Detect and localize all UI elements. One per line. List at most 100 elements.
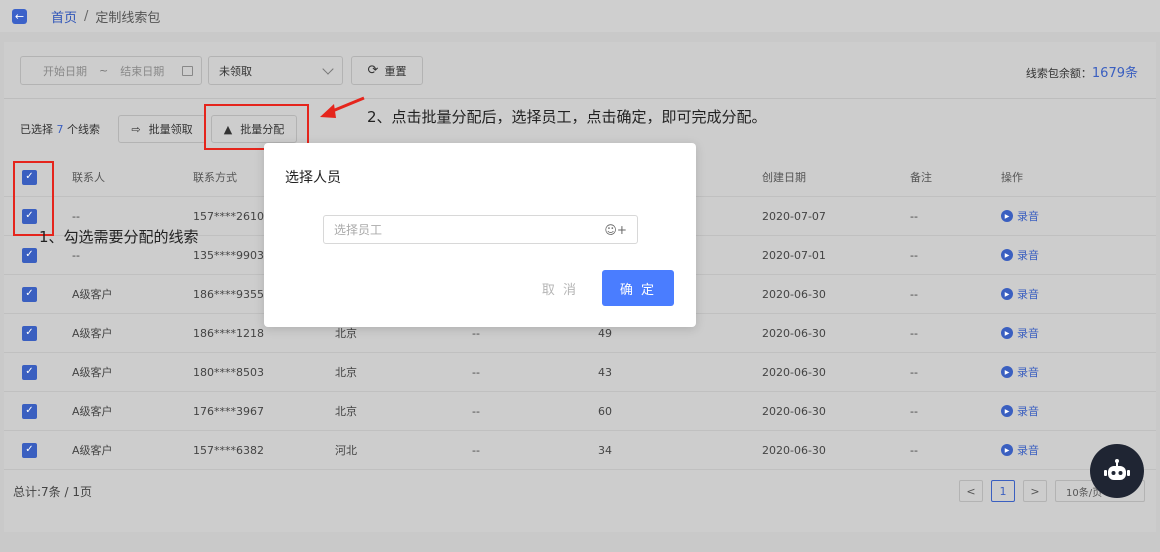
staff-select-placeholder: 选择员工 [334, 223, 383, 237]
status-select[interactable]: 未领取 [208, 56, 343, 85]
cell-col4: -- [472, 365, 480, 379]
play-icon: ▶ [1001, 288, 1013, 300]
balance-value: 1679条 [1091, 66, 1138, 81]
recording-label: 录音 [1017, 210, 1039, 223]
selected-prefix: 已选择 [20, 123, 53, 136]
breadcrumb-current: 定制线索包 [95, 10, 161, 26]
next-page-button[interactable]: > [1023, 480, 1047, 502]
row-checkbox[interactable]: ✓ [22, 325, 37, 341]
status-select-value: 未领取 [219, 64, 252, 78]
total-count: 总计:7条 / 1页 [13, 485, 92, 499]
date-range-picker[interactable]: 开始日期 ~ 结束日期 [20, 56, 202, 85]
play-icon: ▶ [1001, 327, 1013, 339]
cell-contact: A级客户 [72, 288, 113, 301]
filter-row: 开始日期 ~ 结束日期 未领取 ⟳ 重置 [20, 56, 423, 85]
annotation-step-2: 2、点击批量分配后，选择员工，点击确定，即可完成分配。 [367, 108, 767, 126]
selected-count: 7 [56, 123, 64, 136]
cell-note: -- [910, 443, 918, 457]
balance-label: 线索包余额： [1025, 67, 1092, 80]
header-op: 操作 [1001, 171, 1023, 184]
recording-link[interactable]: ▶ 录音 [1001, 247, 1121, 263]
selected-info: 已选择 7 个线索 [20, 121, 100, 137]
cell-col5: 43 [598, 365, 612, 379]
play-icon: ▶ [1001, 444, 1013, 456]
reset-button[interactable]: ⟳ 重置 [351, 56, 423, 85]
play-icon: ▶ [1001, 405, 1013, 417]
cell-note: -- [910, 287, 918, 301]
row-checkbox[interactable]: ✓ [22, 364, 37, 380]
recording-label: 录音 [1017, 327, 1039, 340]
row-checkbox[interactable]: ✓ [22, 442, 37, 458]
cell-phone: 180****8503 [193, 365, 264, 379]
cell-date: 2020-06-30 [762, 443, 826, 457]
robot-assistant-icon[interactable] [1090, 444, 1144, 498]
recording-label: 录音 [1017, 249, 1039, 262]
play-icon: ▶ [1001, 249, 1013, 261]
calendar-icon [182, 65, 193, 76]
header-date: 创建日期 [762, 171, 806, 184]
header-contact: 联系人 [72, 171, 105, 184]
header-note: 备注 [910, 171, 932, 184]
row-checkbox[interactable]: ✓ [22, 247, 37, 263]
start-date-input[interactable]: 开始日期 [43, 63, 87, 79]
cell-note: -- [910, 248, 918, 262]
top-bar: ← 首页 / 定制线索包 [0, 0, 1160, 32]
cell-note: -- [910, 365, 918, 379]
cell-col4: -- [472, 404, 480, 418]
row-checkbox[interactable]: ✓ [22, 403, 37, 419]
divider [4, 98, 1156, 99]
recording-label: 录音 [1017, 366, 1039, 379]
cell-area: 河北 [335, 444, 357, 457]
cell-date: 2020-07-01 [762, 248, 826, 262]
cell-col4: -- [472, 326, 480, 340]
cell-area: 北京 [335, 327, 357, 340]
recording-link[interactable]: ▶ 录音 [1001, 325, 1121, 341]
recording-link[interactable]: ▶ 录音 [1001, 403, 1121, 419]
annotation-step-1: 1、勾选需要分配的线索 [39, 228, 199, 246]
cell-date: 2020-07-07 [762, 209, 826, 223]
refresh-icon: ⟳ [367, 63, 379, 78]
select-staff-modal: 选择人员 选择员工 ☺+ 取 消 确 定 [264, 143, 696, 327]
batch-claim-label: 批量领取 [148, 123, 193, 136]
row-checkbox[interactable]: ✓ [22, 286, 37, 302]
recording-link[interactable]: ▶ 录音 [1001, 286, 1121, 302]
cell-phone: 157****6382 [193, 443, 264, 457]
balance-info: 线索包余额：1679条 [1026, 62, 1138, 81]
cell-col5: 49 [598, 326, 612, 340]
breadcrumb-home[interactable]: 首页 [51, 7, 77, 26]
back-arrow-icon[interactable]: ← [12, 8, 27, 24]
cell-contact: -- [72, 209, 80, 223]
recording-label: 录音 [1017, 405, 1039, 418]
annotation-checkbox-highlight [13, 161, 54, 236]
breadcrumb-separator: / [84, 8, 89, 24]
cell-phone: 186****1218 [193, 326, 264, 340]
recording-link[interactable]: ▶ 录音 [1001, 364, 1121, 380]
cell-contact: A级客户 [72, 327, 113, 340]
cell-contact: A级客户 [72, 444, 113, 457]
modal-title: 选择人员 [285, 170, 341, 186]
prev-page-button[interactable]: < [959, 480, 983, 502]
add-user-icon: ☺+ [604, 222, 627, 237]
cell-note: -- [910, 326, 918, 340]
play-icon: ▶ [1001, 210, 1013, 222]
cell-note: -- [910, 404, 918, 418]
confirm-button[interactable]: 确 定 [602, 270, 674, 306]
recording-link[interactable]: ▶ 录音 [1001, 208, 1121, 224]
cell-contact: A级客户 [72, 366, 113, 379]
end-date-input[interactable]: 结束日期 [120, 63, 164, 79]
cell-col4: -- [472, 443, 480, 457]
cell-phone: 176****3967 [193, 404, 264, 418]
recording-label: 录音 [1017, 288, 1039, 301]
batch-claim-button[interactable]: ⇨ 批量领取 [118, 115, 206, 143]
chevron-down-icon [322, 62, 334, 75]
cell-date: 2020-06-30 [762, 404, 826, 418]
page-1-button[interactable]: 1 [991, 480, 1015, 502]
reset-button-label: 重置 [384, 64, 407, 78]
cell-note: -- [910, 209, 918, 223]
cell-date: 2020-06-30 [762, 365, 826, 379]
cell-col5: 34 [598, 443, 612, 457]
cancel-button[interactable]: 取 消 [532, 270, 588, 306]
cell-contact: -- [72, 248, 80, 262]
staff-select-input[interactable]: 选择员工 ☺+ [323, 215, 638, 244]
sign-in-icon: ⇨ [131, 122, 141, 136]
